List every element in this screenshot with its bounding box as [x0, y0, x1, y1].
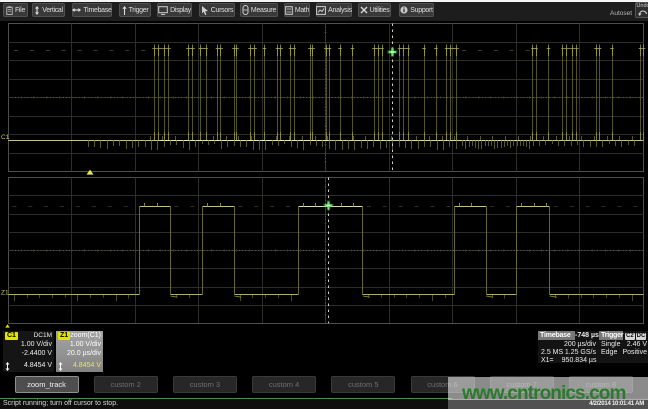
svg-text:C1: C1	[1, 134, 10, 141]
svg-text:Z1: Z1	[1, 290, 9, 297]
